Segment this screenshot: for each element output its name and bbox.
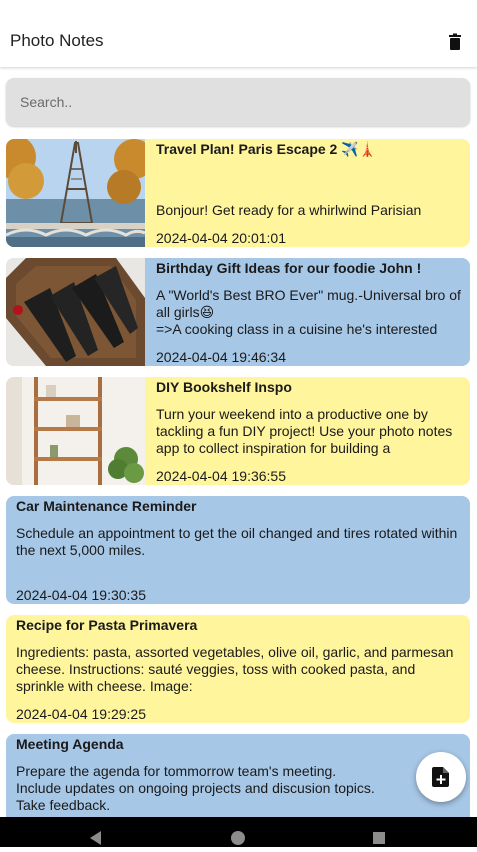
note-title: Birthday Gift Ideas for our foodie John … xyxy=(156,260,422,276)
kitchen-knives-photo xyxy=(6,258,145,366)
note-card[interactable]: Travel Plan! Paris Escape 2 ✈️🗼 Bonjour!… xyxy=(6,139,470,247)
home-icon[interactable] xyxy=(231,831,245,845)
add-note-button[interactable] xyxy=(416,752,466,802)
back-icon[interactable] xyxy=(90,831,101,845)
app-title: Photo Notes xyxy=(10,31,104,50)
note-date: 2024-04-04 19:30:35 xyxy=(16,587,146,603)
eiffel-tower-photo xyxy=(6,139,154,247)
note-date: 2024-04-04 19:46:34 xyxy=(156,349,286,365)
trash-icon xyxy=(449,33,461,50)
system-nav-bar xyxy=(0,817,477,847)
note-date: 2024-04-04 20:01:01 xyxy=(156,230,286,246)
note-text: A "World's Best BRO Ever" mug.-Universal… xyxy=(156,287,461,337)
app-bar: Photo Notes xyxy=(0,0,477,67)
recents-icon[interactable] xyxy=(373,832,385,844)
note-text: Bonjour! Get ready for a whirlwind Paris… xyxy=(156,202,422,218)
note-title: Recipe for Pasta Primavera xyxy=(16,617,198,633)
note-text: Prepare the agenda for tommorrow team's … xyxy=(16,763,375,813)
note-card[interactable]: Recipe for Pasta Primavera Ingredients: … xyxy=(6,615,470,723)
search-input[interactable] xyxy=(6,78,470,126)
note-text: Schedule an appointment to get the oil c… xyxy=(16,525,458,558)
note-date: 2024-04-04 19:36:55 xyxy=(156,468,286,484)
note-title: Meeting Agenda xyxy=(16,736,124,752)
add-note-icon xyxy=(432,767,449,787)
note-text: Turn your weekend into a productive one … xyxy=(156,406,453,456)
note-card[interactable]: Birthday Gift Ideas for our foodie John … xyxy=(6,258,470,366)
note-card[interactable]: DIY Bookshelf Inspo Turn your weekend in… xyxy=(6,377,470,485)
note-title: DIY Bookshelf Inspo xyxy=(156,379,292,395)
note-card[interactable]: Car Maintenance Reminder Schedule an app… xyxy=(6,496,470,604)
note-text: Ingredients: pasta, assorted vegetables,… xyxy=(16,644,454,694)
note-date: 2024-04-04 19:29:25 xyxy=(16,706,146,722)
delete-button[interactable] xyxy=(446,33,464,51)
bookshelf-photo xyxy=(6,377,145,485)
note-title: Travel Plan! Paris Escape 2 ✈️🗼 xyxy=(156,141,377,157)
note-title: Car Maintenance Reminder xyxy=(16,498,197,514)
